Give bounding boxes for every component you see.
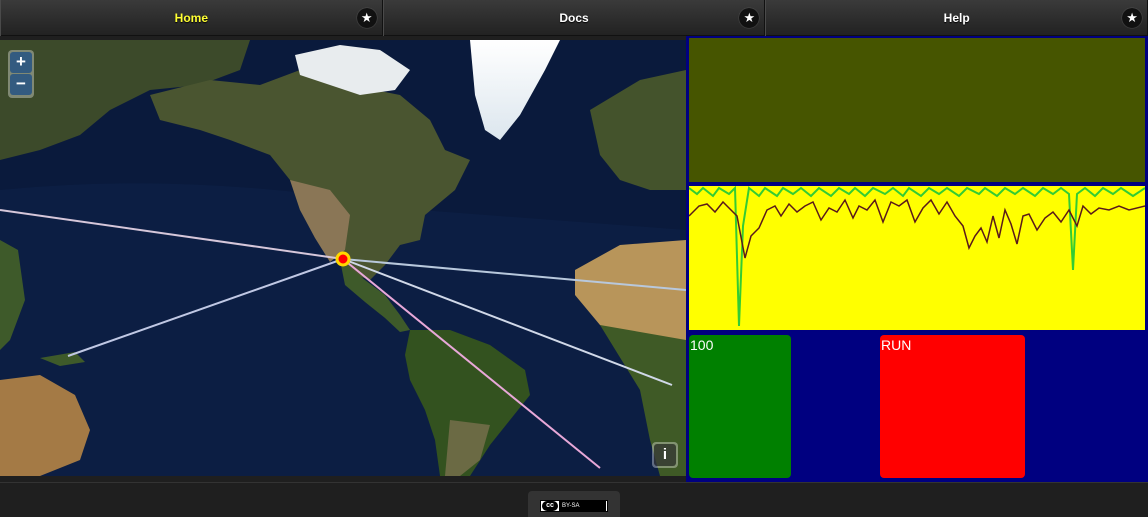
tab-home-label: Home	[174, 11, 208, 25]
tab-help[interactable]: Help ★	[765, 0, 1148, 36]
info-icon: i	[654, 444, 676, 466]
star-icon[interactable]: ★	[356, 8, 377, 28]
top-pane	[689, 38, 1145, 182]
footer: cc BY-SA	[0, 482, 1148, 517]
zoom-control: + −	[8, 50, 34, 98]
info-button[interactable]: i	[652, 442, 678, 468]
status-pane: 100 RUN	[686, 332, 1148, 482]
world-map[interactable]: + − i	[0, 40, 686, 476]
app-window: Home ★ Docs ★ Help ★ + − i 100 RUN cc BY…	[0, 0, 1148, 517]
origin-marker[interactable]	[335, 251, 351, 267]
star-icon[interactable]: ★	[1122, 8, 1143, 28]
tab-home[interactable]: Home ★	[0, 0, 383, 36]
star-icon[interactable]: ★	[739, 8, 760, 28]
run-button[interactable]: RUN	[880, 335, 1025, 478]
graph-pane	[689, 186, 1145, 330]
license-badge-container[interactable]: cc BY-SA	[528, 491, 620, 517]
latency-graph	[689, 186, 1145, 327]
green-series-line	[689, 186, 1145, 327]
nav-bar: Home ★ Docs ★ Help ★	[0, 0, 1148, 36]
count-box: 100	[689, 335, 791, 478]
tab-docs-label: Docs	[559, 11, 589, 25]
cc-license-text: BY-SA	[559, 501, 606, 511]
map-tiles	[0, 40, 686, 476]
count-value: 100	[690, 337, 714, 353]
tab-docs[interactable]: Docs ★	[382, 0, 766, 36]
cc-logo-icon: cc	[542, 501, 558, 511]
dashboard-panel: 100 RUN	[686, 36, 1148, 482]
zoom-out-button[interactable]: −	[10, 74, 32, 95]
run-label: RUN	[881, 337, 912, 353]
cc-license-badge: cc BY-SA	[540, 500, 608, 512]
tab-help-label: Help	[943, 11, 970, 25]
zoom-in-button[interactable]: +	[10, 52, 32, 73]
